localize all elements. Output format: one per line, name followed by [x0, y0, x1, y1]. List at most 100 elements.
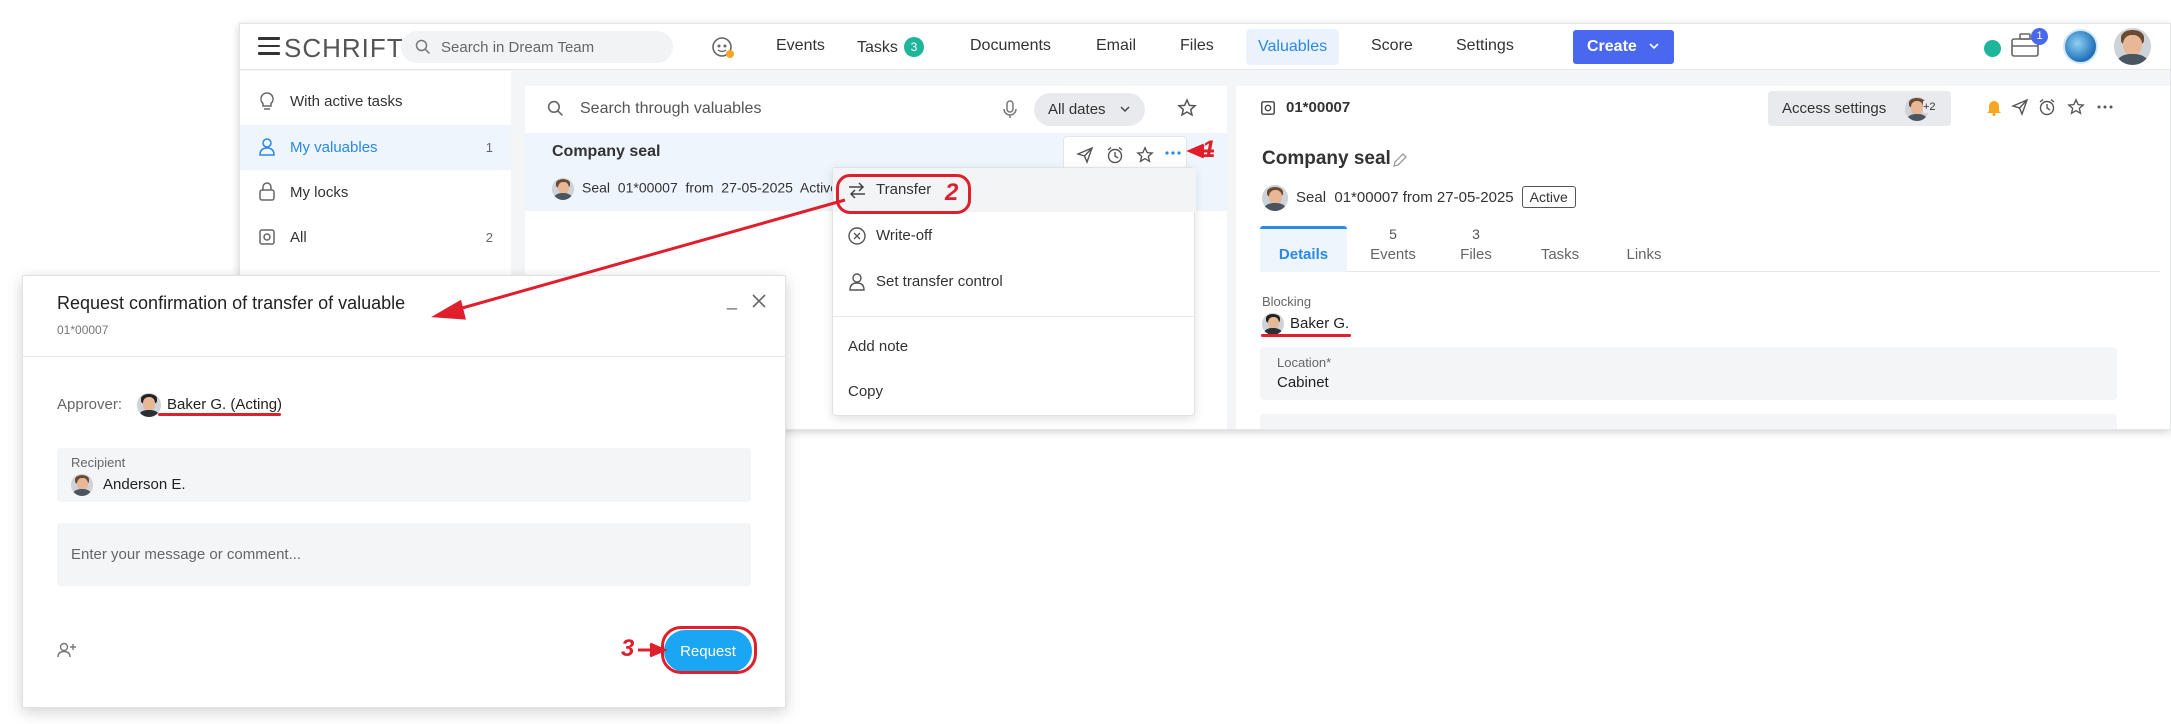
nav-settings[interactable]: Settings: [1456, 37, 1514, 55]
location-value: Cabinet: [1277, 374, 1329, 391]
sidebar-item-all[interactable]: All 2: [240, 215, 511, 260]
user-avatar-face: [2114, 28, 2151, 65]
star-icon[interactable]: [2067, 98, 2085, 121]
next-field: [1260, 414, 2117, 429]
app-logo[interactable]: SCHRIFT: [284, 33, 404, 64]
date-filter-label: All dates: [1048, 101, 1106, 118]
tab-count: [1530, 226, 1590, 246]
more-options-icon[interactable]: [1164, 143, 1182, 166]
sidebar-item-label: All: [290, 229, 307, 246]
briefcase-icon[interactable]: 1: [2010, 28, 2048, 62]
close-icon[interactable]: [751, 293, 767, 309]
sidebar-item-count: 1: [485, 140, 493, 155]
bell-icon[interactable]: [1985, 98, 2003, 121]
sidebar-item-my-valuables[interactable]: My valuables 1: [240, 125, 511, 170]
detail-meta: Seal 01*00007 from 27-05-2025: [1296, 188, 1514, 206]
avatar: [1262, 313, 1284, 335]
message-input[interactable]: [57, 523, 751, 586]
recipient-label: Recipient: [71, 455, 126, 470]
nav-documents[interactable]: Documents: [970, 37, 1051, 55]
send-icon[interactable]: [1075, 146, 1094, 169]
access-settings-button[interactable]: Access settings +2: [1768, 91, 1951, 126]
create-button[interactable]: Create: [1573, 30, 1674, 64]
global-search[interactable]: Search in Dream Team: [401, 31, 673, 63]
transfer-arrows-icon: [849, 182, 865, 199]
menu-item-label: Write-off: [876, 227, 933, 244]
user-control-icon: [849, 273, 865, 291]
star-icon[interactable]: [1136, 146, 1154, 169]
recipient-value: Anderson E.: [71, 474, 186, 496]
recipient-name: Anderson E.: [103, 475, 186, 493]
alarm-clock-icon[interactable]: [2038, 98, 2056, 121]
online-status-icon[interactable]: [1984, 40, 2001, 57]
detail-title: Company seal: [1262, 148, 1391, 169]
minimize-button[interactable]: _: [727, 290, 737, 311]
status-badge: Active: [1521, 185, 1576, 208]
detail-subtitle: Seal 01*00007 from 27-05-2025 Active: [1262, 185, 1576, 211]
tab-count: [1614, 226, 1674, 246]
sidebar-item-my-locks[interactable]: My locks: [240, 170, 511, 215]
lightbulb-icon: [260, 92, 274, 110]
microphone-icon[interactable]: [1003, 100, 1017, 119]
tab-files[interactable]: 3 Files: [1446, 226, 1506, 263]
location-field[interactable]: Location* Cabinet: [1260, 347, 2117, 400]
favorites-star-icon[interactable]: [1177, 98, 1197, 118]
tab-count: 5: [1389, 226, 1397, 242]
approver-value[interactable]: Baker G. (Acting): [137, 393, 282, 417]
dialog-divider: [23, 356, 787, 357]
send-icon[interactable]: [2010, 98, 2029, 121]
sidebar-item-count: 2: [485, 230, 493, 245]
nav-tasks-label: Tasks: [857, 39, 898, 56]
workspace-avatar[interactable]: [2063, 29, 2098, 64]
list-item-meta: Seal 01*00007 from 27-05-2025 Active: [582, 179, 839, 196]
nav-valuables[interactable]: Valuables: [1246, 29, 1340, 65]
alarm-clock-icon[interactable]: [1106, 146, 1124, 169]
nav-events[interactable]: Events: [776, 37, 825, 55]
menu-item-label: Transfer: [876, 181, 932, 198]
sidebar-item-with-active-tasks[interactable]: With active tasks: [240, 79, 511, 124]
user-avatar[interactable]: [2114, 28, 2151, 65]
list-item-subtitle: Seal 01*00007 from 27-05-2025 Active: [552, 178, 838, 200]
request-button[interactable]: Request: [664, 630, 752, 672]
tab-events[interactable]: 5 Events: [1358, 226, 1428, 263]
blocking-label: Blocking: [1262, 294, 1312, 309]
nav-files[interactable]: Files: [1180, 37, 1214, 55]
safe-icon: [1261, 101, 1275, 115]
menu-item-write-off[interactable]: Write-off: [833, 214, 1196, 258]
assistant-bot-icon[interactable]: [710, 34, 736, 60]
menu-divider: [833, 316, 1196, 317]
menu-item-add-note[interactable]: Add note: [833, 325, 1196, 369]
menu-item-set-transfer-control[interactable]: Set transfer control: [833, 260, 1196, 304]
detail-header: 01*00007 Access settings +2: [1236, 86, 2170, 132]
dialog-title: Request confirmation of transfer of valu…: [57, 293, 406, 313]
tab-tasks[interactable]: Tasks: [1530, 226, 1590, 263]
tab-label: Links: [1626, 246, 1662, 263]
lock-icon: [259, 182, 275, 201]
detail-panel: 01*00007 Access settings +2 Company seal…: [1236, 86, 2170, 429]
valuables-search-placeholder: Search through valuables: [580, 100, 762, 117]
menu-item-transfer[interactable]: Transfer: [833, 168, 1196, 212]
tab-details[interactable]: Details: [1260, 226, 1347, 263]
nav-email[interactable]: Email: [1096, 37, 1136, 55]
safe-icon: [259, 229, 275, 245]
menu-icon[interactable]: [258, 37, 280, 55]
detail-id: 01*00007: [1286, 99, 1351, 116]
recipient-field[interactable]: Recipient Anderson E.: [57, 448, 751, 502]
menu-item-label: Set transfer control: [876, 273, 1003, 290]
nav-score[interactable]: Score: [1371, 37, 1413, 55]
user-icon: [259, 138, 275, 156]
menu-item-copy[interactable]: Copy: [833, 370, 1196, 414]
add-user-icon[interactable]: [57, 641, 77, 659]
more-options-icon[interactable]: [2096, 98, 2114, 121]
sidebar-item-label: My locks: [290, 184, 349, 201]
nav-tasks[interactable]: Tasks 3: [857, 37, 924, 57]
menu-item-label: Copy: [848, 383, 884, 400]
tab-links[interactable]: Links: [1614, 226, 1674, 263]
cancel-circle-icon: [848, 227, 866, 245]
search-icon: [547, 100, 563, 116]
avatar: [552, 178, 574, 200]
date-filter-dropdown[interactable]: All dates: [1034, 93, 1145, 126]
blocking-value[interactable]: Baker G.: [1262, 313, 1349, 335]
edit-pencil-icon[interactable]: [1391, 151, 1409, 169]
create-button-label: Create: [1587, 38, 1637, 55]
